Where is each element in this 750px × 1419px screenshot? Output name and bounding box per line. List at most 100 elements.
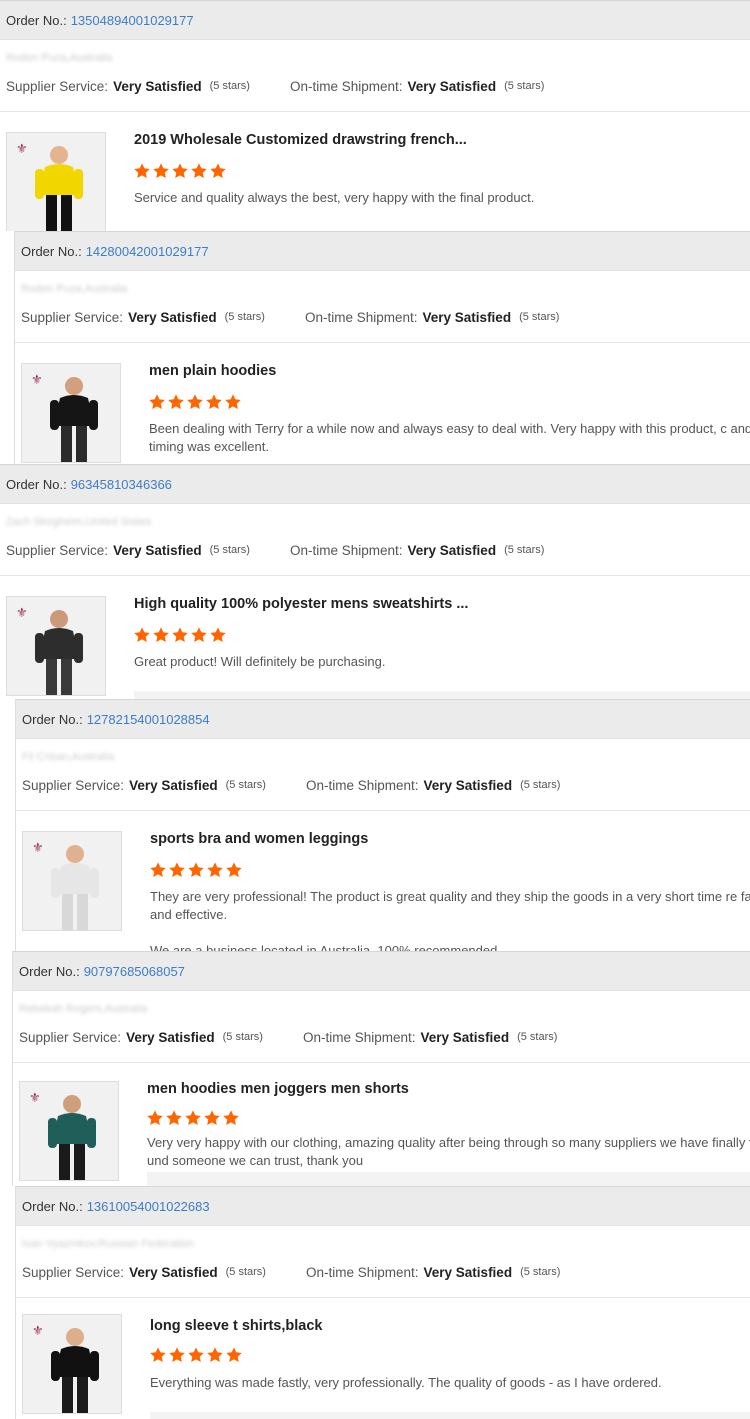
star-icon bbox=[134, 627, 150, 643]
buyer-name: Zach Skogheim,United States bbox=[6, 516, 152, 528]
star-icon bbox=[185, 1110, 201, 1126]
ontime-shipment-label: On-time Shipment: bbox=[289, 78, 403, 94]
star-icon bbox=[188, 1347, 204, 1363]
supplier-service-label: Supplier Service: bbox=[6, 78, 109, 94]
star-icon bbox=[169, 862, 185, 878]
star-icon bbox=[147, 1110, 163, 1126]
review-card: Order No.: 90797685068057 Rebekah Rogers,A… bbox=[12, 951, 750, 1186]
product-thumbnail[interactable]: ⚜ bbox=[6, 596, 106, 696]
product-title[interactable]: High quality 100% polyester mens sweatsh… bbox=[134, 596, 468, 612]
star-icon bbox=[191, 163, 207, 179]
ontime-shipment-stars: (5 stars) bbox=[504, 80, 545, 92]
product-thumbnail[interactable]: ⚜ bbox=[19, 1081, 119, 1181]
ontime-shipment-stars: (5 stars) bbox=[520, 779, 561, 791]
ontime-shipment-stars: (5 stars) bbox=[520, 1266, 561, 1278]
order-number-link[interactable]: 12782154001028854 bbox=[87, 712, 210, 727]
ontime-shipment-label: On-time Shipment: bbox=[305, 1264, 419, 1280]
buyer-name: Rodon Puza,Australia bbox=[21, 283, 128, 295]
rating-stars bbox=[148, 393, 242, 411]
order-number-link[interactable]: 90797685068057 bbox=[84, 964, 185, 979]
rating-summary: Supplier Service: Very Satisfied (5 stars)… bbox=[16, 773, 750, 797]
review-card: Order No.: 12782154001028854 Fil Crisan,Au… bbox=[15, 699, 750, 951]
svg-text:⚜: ⚜ bbox=[32, 1324, 44, 1339]
supplier-service-label: Supplier Service: bbox=[22, 777, 125, 793]
supplier-service-stars: (5 stars) bbox=[209, 544, 250, 556]
star-icon bbox=[226, 862, 242, 878]
ontime-shipment-rating: Very Satisfied bbox=[407, 542, 497, 558]
supplier-service-stars: (5 stars) bbox=[225, 779, 266, 791]
order-number-link[interactable]: 13504894001029177 bbox=[71, 13, 194, 28]
star-icon bbox=[191, 627, 207, 643]
star-icon bbox=[172, 627, 188, 643]
supplier-service-label: Supplier Service: bbox=[21, 309, 124, 325]
product-title[interactable]: 2019 Wholesale Customized drawstring fre… bbox=[134, 132, 467, 148]
rating-stars bbox=[133, 162, 227, 180]
order-number-link[interactable]: 14280042001029177 bbox=[86, 244, 209, 259]
order-label: Order No.: bbox=[22, 711, 83, 727]
divider bbox=[13, 1062, 750, 1063]
order-number-link[interactable]: 13610054001022683 bbox=[87, 1199, 210, 1214]
buyer-name: Ivan Vyazmkov,Russian Federation bbox=[22, 1238, 194, 1250]
supplier-service-label: Supplier Service: bbox=[6, 542, 109, 558]
ontime-shipment-rating: Very Satisfied bbox=[422, 309, 512, 325]
order-label: Order No.: bbox=[19, 963, 80, 979]
divider bbox=[0, 111, 750, 112]
reply-bar bbox=[147, 1172, 750, 1186]
supplier-service-stars: (5 stars) bbox=[222, 1031, 263, 1043]
ontime-shipment-label: On-time Shipment: bbox=[304, 309, 418, 325]
star-icon bbox=[150, 862, 166, 878]
ontime-shipment-rating: Very Satisfied bbox=[420, 1029, 510, 1045]
reply-bar bbox=[150, 1412, 750, 1419]
order-label: Order No.: bbox=[6, 12, 67, 28]
order-header: Order No.: 13610054001022683 bbox=[16, 1186, 750, 1226]
product-thumbnail[interactable]: ⚜ bbox=[6, 132, 106, 231]
product-title[interactable]: sports bra and women leggings bbox=[150, 831, 368, 847]
product-thumbnail[interactable]: ⚜ bbox=[22, 831, 122, 931]
supplier-service-rating: Very Satisfied bbox=[129, 1264, 218, 1280]
star-icon bbox=[168, 394, 184, 410]
rating-summary: Supplier Service: Very Satisfied (5 stars)… bbox=[15, 305, 750, 329]
star-icon bbox=[153, 627, 169, 643]
svg-text:⚜: ⚜ bbox=[16, 606, 28, 621]
product-title[interactable]: men plain hoodies bbox=[149, 363, 276, 379]
rating-stars bbox=[149, 1346, 243, 1364]
star-icon bbox=[226, 1347, 242, 1363]
product-thumbnail[interactable]: ⚜ bbox=[22, 1314, 122, 1414]
ontime-shipment-rating: Very Satisfied bbox=[423, 777, 513, 793]
ontime-shipment-rating: Very Satisfied bbox=[423, 1264, 513, 1280]
rating-summary: Supplier Service: Very Satisfied (5 stars)… bbox=[16, 1260, 750, 1284]
star-icon bbox=[223, 1110, 239, 1126]
ontime-shipment-stars: (5 stars) bbox=[517, 1031, 558, 1043]
buyer-name: Fil Crisan,Australia bbox=[22, 751, 115, 763]
divider bbox=[0, 575, 750, 576]
order-header: Order No.: 90797685068057 bbox=[13, 951, 750, 991]
supplier-service-rating: Very Satisfied bbox=[113, 78, 202, 94]
rating-stars bbox=[149, 861, 243, 879]
star-icon bbox=[169, 1347, 185, 1363]
product-thumbnail[interactable]: ⚜ bbox=[21, 363, 121, 463]
ontime-shipment-rating: Very Satisfied bbox=[407, 78, 497, 94]
review-card: Order No.: 96345810346366 Zach Skogheim,Un… bbox=[0, 464, 750, 699]
star-icon bbox=[206, 394, 222, 410]
divider bbox=[16, 810, 750, 811]
buyer-name: Rebekah Rogers,Australia bbox=[19, 1003, 148, 1015]
review-text: They are very professional! The product … bbox=[150, 889, 750, 922]
product-title[interactable]: long sleeve t shirts,black bbox=[150, 1318, 322, 1334]
ontime-shipment-label: On-time Shipment: bbox=[305, 777, 419, 793]
rating-stars bbox=[133, 626, 227, 644]
ontime-shipment-label: On-time Shipment: bbox=[289, 542, 403, 558]
star-icon bbox=[204, 1110, 220, 1126]
rating-summary: Supplier Service: Very Satisfied (5 stars)… bbox=[13, 1025, 750, 1049]
star-icon bbox=[172, 163, 188, 179]
svg-text:⚜: ⚜ bbox=[29, 1091, 41, 1106]
order-number-link[interactable]: 96345810346366 bbox=[71, 477, 172, 492]
reply-bar bbox=[134, 691, 750, 699]
rating-summary: Supplier Service: Very Satisfied (5 stars)… bbox=[0, 74, 750, 98]
buyer-name: Rodon Puza,Australia bbox=[6, 52, 113, 64]
supplier-service-stars: (5 stars) bbox=[225, 1266, 266, 1278]
product-title[interactable]: men hoodies men joggers men shorts bbox=[147, 1081, 409, 1097]
review-text-continued: We are a business located in Australia. … bbox=[150, 943, 498, 951]
review-text: Great product! Will definitely be purcha… bbox=[134, 654, 386, 669]
supplier-service-rating: Very Satisfied bbox=[126, 1029, 215, 1045]
rating-stars bbox=[146, 1109, 240, 1127]
